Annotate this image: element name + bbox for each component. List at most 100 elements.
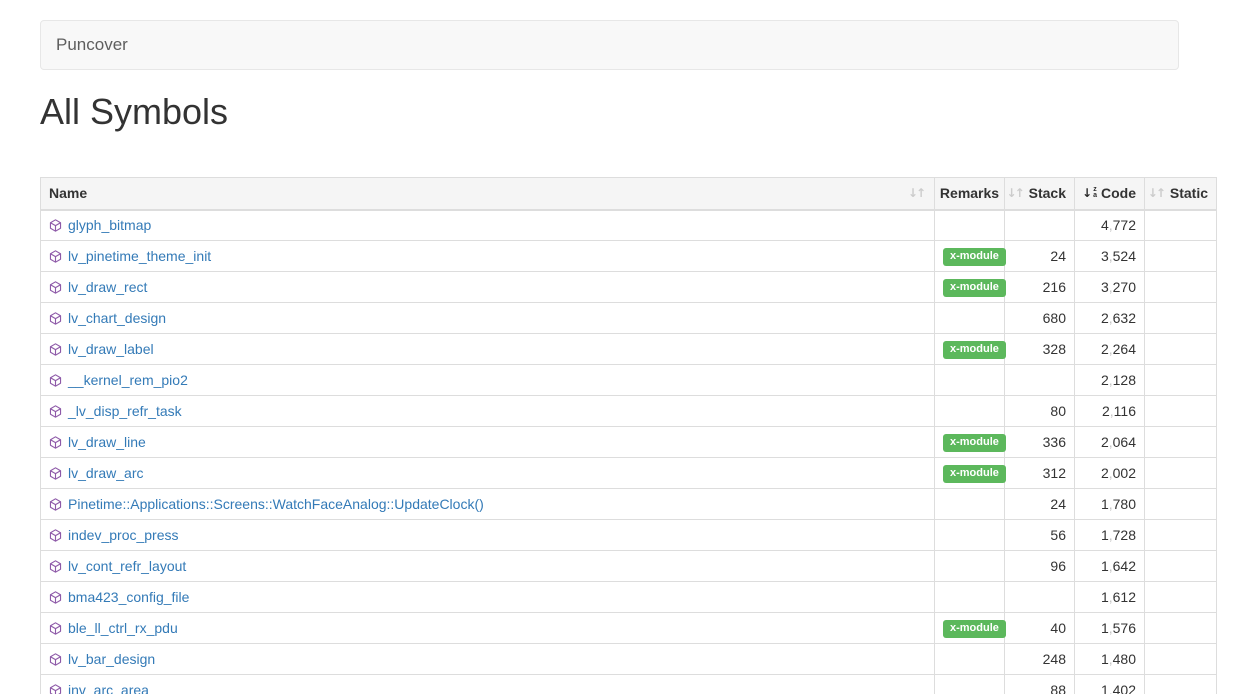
code-cell: 4,772 [1075,210,1145,241]
cube-icon [49,405,62,418]
remarks-cell: x-module [935,334,1005,365]
static-cell [1145,334,1217,365]
static-cell [1145,458,1217,489]
static-cell [1145,241,1217,272]
remarks-cell: x-module [935,241,1005,272]
column-label-stack: Stack [1029,185,1066,201]
symbol-name-cell: lv_cont_refr_layout [41,551,935,582]
stack-cell [1005,582,1075,613]
symbol-link[interactable]: lv_draw_line [68,434,146,450]
x-module-badge: x-module [943,341,1006,359]
static-cell [1145,272,1217,303]
symbols-table-container: Name ↓↑ Remarks ↓↑ Stack [40,177,1216,694]
symbol-link[interactable]: _lv_disp_refr_task [68,403,182,419]
cube-icon [49,219,62,232]
code-cell: 3,524 [1075,241,1145,272]
symbol-link[interactable]: indev_proc_press [68,527,179,543]
table-row: lv_chart_design 680 2,632 [41,303,1217,334]
code-cell: 1,642 [1075,551,1145,582]
remarks-cell: x-module [935,272,1005,303]
symbol-link[interactable]: ble_ll_ctrl_rx_pdu [68,620,178,636]
page-title: All Symbols [40,91,1260,133]
stack-cell [1005,365,1075,396]
cube-icon [49,653,62,666]
sort-both-icon: ↓↑ [1007,186,1025,200]
symbol-link[interactable]: lv_draw_label [68,341,154,357]
column-header-static[interactable]: ↓↑ Static [1145,178,1217,210]
cube-icon [49,312,62,325]
remarks-cell: x-module [935,613,1005,644]
symbol-name-cell: lv_draw_label [41,334,935,365]
code-cell: 1,612 [1075,582,1145,613]
code-cell: 2,064 [1075,427,1145,458]
symbol-link[interactable]: glyph_bitmap [68,217,151,233]
symbol-name-cell: lv_pinetime_theme_init [41,241,935,272]
symbol-link[interactable]: lv_draw_rect [68,279,147,295]
column-header-stack[interactable]: ↓↑ Stack [1005,178,1075,210]
symbol-name-cell: indev_proc_press [41,520,935,551]
stack-cell: 336 [1005,427,1075,458]
sort-both-icon: ↓↑ [1148,186,1166,200]
symbol-name-cell: lv_draw_line [41,427,935,458]
static-cell [1145,489,1217,520]
symbol-name-cell: ble_ll_ctrl_rx_pdu [41,613,935,644]
stack-cell: 80 [1005,396,1075,427]
static-cell [1145,396,1217,427]
table-row: inv_arc_area 88 1,402 [41,675,1217,694]
cube-icon [49,343,62,356]
symbol-link[interactable]: lv_draw_arc [68,465,143,481]
remarks-cell [935,675,1005,694]
symbol-name-cell: _lv_disp_refr_task [41,396,935,427]
cube-icon [49,250,62,263]
symbol-link[interactable]: bma423_config_file [68,589,189,605]
symbol-link[interactable]: Pinetime::Applications::Screens::WatchFa… [68,496,484,512]
cube-icon [49,622,62,635]
cube-icon [49,498,62,511]
code-cell: 2,116 [1075,396,1145,427]
symbol-link[interactable]: lv_cont_refr_layout [68,558,186,574]
x-module-badge: x-module [943,248,1006,266]
symbol-link[interactable]: inv_arc_area [68,682,149,694]
sort-both-icon: ↓↑ [908,186,926,200]
symbol-name-cell: lv_bar_design [41,644,935,675]
brand-link[interactable]: Puncover [56,35,128,55]
code-cell: 1,576 [1075,613,1145,644]
symbol-link[interactable]: lv_chart_design [68,310,166,326]
table-row: glyph_bitmap 4,772 [41,210,1217,241]
stack-cell: 248 [1005,644,1075,675]
stack-cell: 40 [1005,613,1075,644]
static-cell [1145,520,1217,551]
remarks-cell [935,365,1005,396]
x-module-badge: x-module [943,434,1006,452]
column-label-name: Name [49,185,87,201]
code-cell: 1,402 [1075,675,1145,694]
column-header-remarks[interactable]: Remarks [935,178,1005,210]
symbol-name-cell: glyph_bitmap [41,210,935,241]
x-module-badge: x-module [943,620,1006,638]
table-row: lv_draw_line x-module 336 2,064 [41,427,1217,458]
symbol-link[interactable]: lv_bar_design [68,651,155,667]
code-cell: 1,480 [1075,644,1145,675]
symbol-link[interactable]: lv_pinetime_theme_init [68,248,211,264]
column-header-name[interactable]: Name ↓↑ [41,178,935,210]
symbol-name-cell: lv_chart_design [41,303,935,334]
column-header-code[interactable]: ↓za Code [1075,178,1145,210]
stack-cell: 24 [1005,489,1075,520]
stack-cell: 88 [1005,675,1075,694]
cube-icon [49,436,62,449]
symbols-table: Name ↓↑ Remarks ↓↑ Stack [40,177,1217,694]
table-row: lv_draw_label x-module 328 2,264 [41,334,1217,365]
symbol-name-cell: inv_arc_area [41,675,935,694]
table-row: lv_bar_design 248 1,480 [41,644,1217,675]
cube-icon [49,529,62,542]
symbol-link[interactable]: __kernel_rem_pio2 [68,372,188,388]
cube-icon [49,591,62,604]
stack-cell: 328 [1005,334,1075,365]
static-cell [1145,427,1217,458]
symbol-name-cell: __kernel_rem_pio2 [41,365,935,396]
column-label-static: Static [1170,185,1208,201]
table-row: lv_pinetime_theme_init x-module 24 3,524 [41,241,1217,272]
stack-cell: 24 [1005,241,1075,272]
remarks-cell [935,396,1005,427]
static-cell [1145,303,1217,334]
